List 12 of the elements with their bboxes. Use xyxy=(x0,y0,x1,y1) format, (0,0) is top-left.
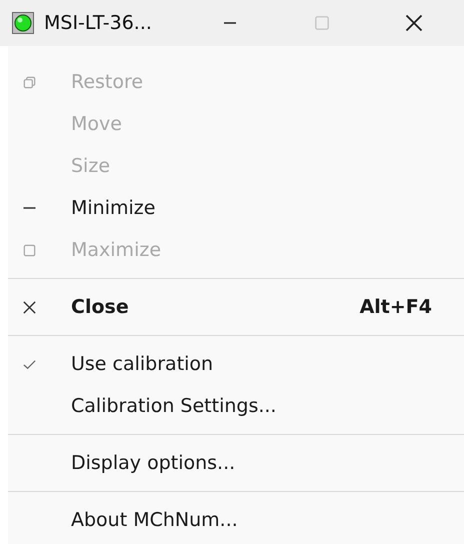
close-icon xyxy=(22,300,37,314)
menu-item[interactable]: About MChNum... xyxy=(8,499,464,541)
minimize-icon xyxy=(22,207,37,209)
menu-item[interactable]: Close Alt+F4 xyxy=(8,286,464,328)
maximize-icon xyxy=(22,242,37,258)
menu-item[interactable]: Display options... xyxy=(8,442,464,484)
restore-icon xyxy=(22,74,37,90)
menu-item[interactable]: Minimize xyxy=(8,187,464,229)
window-title: MSI-LT-36... xyxy=(44,10,153,36)
menu-item[interactable]: Calibration Settings... xyxy=(8,385,464,427)
app-icon[interactable] xyxy=(12,12,34,34)
menu-item[interactable]: Use calibration xyxy=(8,343,464,385)
